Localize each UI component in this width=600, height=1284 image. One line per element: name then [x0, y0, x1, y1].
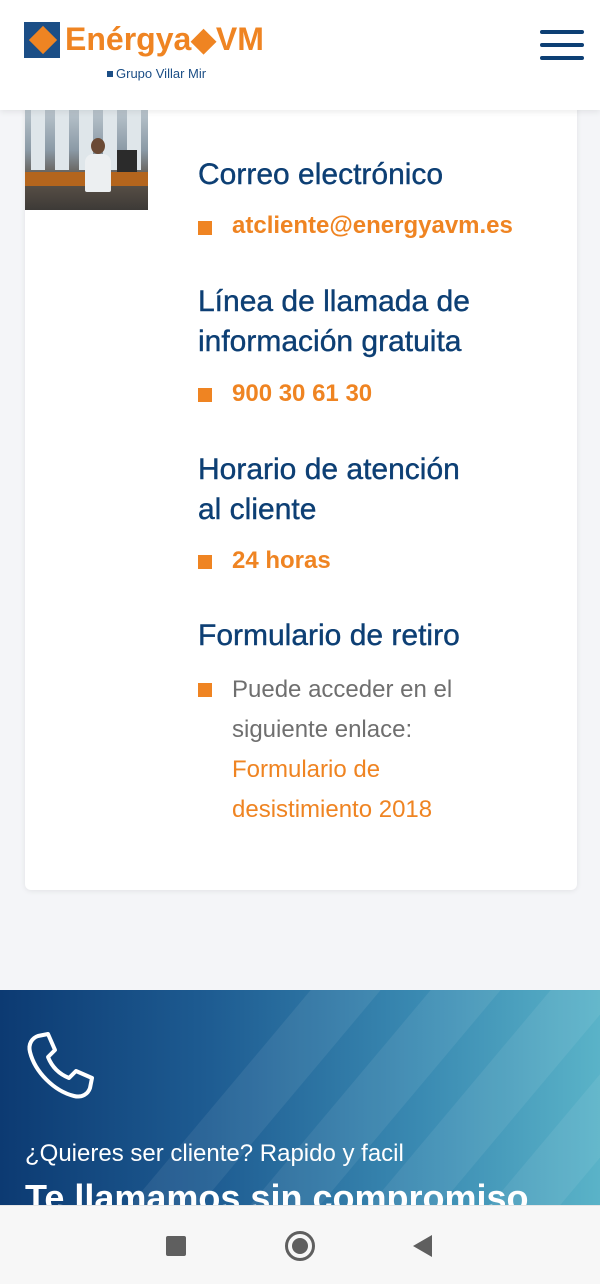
bullet-icon [198, 683, 212, 697]
photo-window [55, 110, 69, 170]
phone-title-line1: Línea de llamada de [198, 285, 470, 318]
logo-mark-icon [24, 22, 60, 58]
banner-subtitle: ¿Quieres ser cliente? Rapido y facil [25, 1140, 404, 1167]
bullet-icon [198, 555, 212, 569]
bullet-icon [198, 221, 212, 235]
callback-banner: ¿Quieres ser cliente? Rapido y facil Te … [0, 990, 600, 1205]
hamburger-line [540, 56, 584, 60]
energya-vm-logo[interactable]: Enérgya◆VM Grupo Villar Mir [24, 21, 284, 84]
hours-title-line1: Horario de atención [198, 453, 460, 486]
email-link[interactable]: atcliente@energyavm.es [232, 212, 513, 240]
logo-subtitle: Grupo Villar Mir [107, 66, 206, 81]
system-navigation-bar [0, 1205, 600, 1284]
withdrawal-text-line2: siguiente enlace: [232, 716, 413, 743]
bullet-icon [198, 388, 212, 402]
withdrawal-title: Formulario de retiro [198, 619, 460, 652]
site-header: Enérgya◆VM Grupo Villar Mir [0, 0, 600, 110]
recents-square-icon[interactable] [166, 1236, 186, 1256]
phone-title-line2: información gratuita [198, 325, 462, 358]
withdrawal-form-link-line1[interactable]: Formulario de [232, 750, 380, 790]
withdrawal-text-line1: Puede acceder en el [232, 676, 453, 703]
hours-title-line2: al cliente [198, 493, 317, 526]
email-title: Correo electrónico [198, 158, 444, 191]
hamburger-line [540, 30, 584, 34]
banner-title: Te llamamos sin compromiso [25, 1177, 529, 1205]
hamburger-line [540, 43, 584, 47]
home-circle-icon[interactable] [285, 1231, 315, 1261]
logo-text: Enérgya◆VM [65, 21, 264, 57]
photo-person-head [91, 138, 105, 154]
photo-window [31, 110, 45, 170]
hamburger-menu-icon[interactable] [540, 30, 586, 64]
phone-number-link[interactable]: 900 30 61 30 [232, 380, 372, 408]
logo-subtitle-text: Grupo Villar Mir [116, 66, 207, 81]
photo-screen [117, 150, 137, 172]
logo-diamond [28, 25, 58, 55]
photo-person [85, 154, 111, 192]
logo-subtitle-square [107, 71, 113, 77]
back-triangle-icon[interactable] [413, 1235, 432, 1257]
phone-icon [27, 1032, 94, 1099]
withdrawal-form-link-line2[interactable]: desistimiento 2018 [232, 790, 432, 830]
office-photo [25, 110, 148, 210]
hours-value: 24 horas [232, 547, 331, 574]
